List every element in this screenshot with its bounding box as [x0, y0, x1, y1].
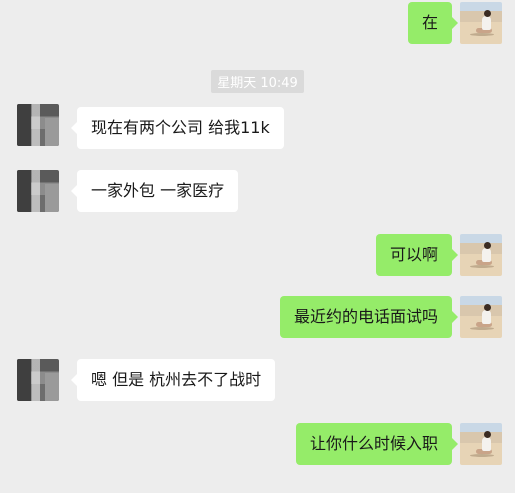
- avatar-image-detail: [470, 33, 494, 36]
- timestamp-divider: 星期天 10:49: [0, 70, 515, 93]
- avatar-image-detail: [482, 16, 491, 30]
- avatar-image-detail: [484, 10, 491, 17]
- message-bubble-outgoing[interactable]: 最近约的电话面试吗: [279, 296, 459, 338]
- message-bubble-outgoing[interactable]: 可以啊: [375, 234, 459, 276]
- avatar-image-detail: [470, 454, 494, 457]
- avatar-image-detail: [470, 327, 494, 330]
- self-avatar[interactable]: [460, 423, 502, 465]
- message-bubble-incoming[interactable]: 现在有两个公司 给我11k: [71, 107, 284, 149]
- avatar-image-detail: [470, 265, 494, 268]
- contact-avatar[interactable]: [17, 170, 59, 212]
- avatar-image-detail: [484, 431, 491, 438]
- timestamp-label: 星期天 10:49: [211, 70, 304, 93]
- contact-avatar[interactable]: [17, 359, 59, 401]
- chat-conversation: 在 星期天 10:49 现在有两个公司 给我11k 一家外包 一家医疗 可以啊 …: [0, 0, 515, 493]
- message-bubble-outgoing[interactable]: 让你什么时候入职: [295, 423, 459, 465]
- avatar-image-detail: [482, 248, 491, 262]
- avatar-image-detail: [482, 437, 491, 451]
- self-avatar[interactable]: [460, 2, 502, 44]
- message-bubble-outgoing[interactable]: 在: [407, 2, 459, 44]
- avatar-image-detail: [484, 304, 491, 311]
- message-bubble-incoming[interactable]: 嗯 但是 杭州去不了战时: [70, 359, 276, 401]
- avatar-image-detail: [482, 310, 491, 324]
- self-avatar[interactable]: [460, 234, 502, 276]
- message-bubble-incoming[interactable]: 一家外包 一家医疗: [70, 170, 239, 212]
- self-avatar[interactable]: [460, 296, 502, 338]
- avatar-image-detail: [484, 242, 491, 249]
- contact-avatar[interactable]: [17, 104, 59, 146]
